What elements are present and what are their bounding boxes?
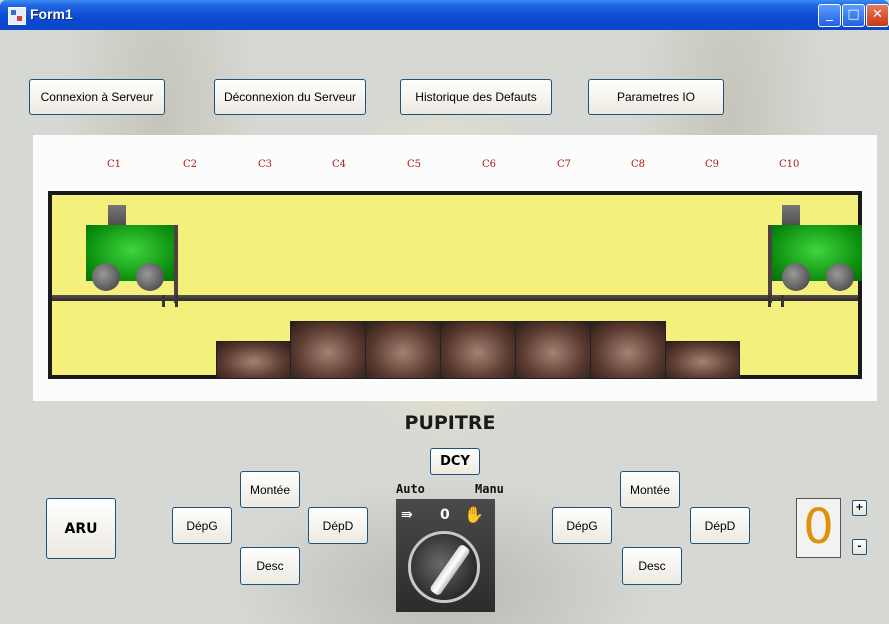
wagon-wheel: [826, 263, 854, 291]
close-button[interactable]: ✕: [866, 4, 889, 27]
storage-block: [590, 321, 666, 379]
emergency-stop-button[interactable]: ARU: [46, 498, 116, 559]
minimize-button[interactable]: _: [818, 4, 841, 27]
left-down-button[interactable]: Desc: [240, 547, 300, 585]
column-label: C2: [183, 159, 198, 170]
io-parameters-button[interactable]: Parametres IO: [588, 79, 724, 115]
app-icon: [8, 7, 26, 25]
wagon-post: [768, 225, 772, 303]
wagon-post: [174, 225, 178, 303]
form-client-area: Connexion à Serveur Déconnexion du Serve…: [0, 30, 889, 624]
manu-label: Manu: [475, 482, 504, 496]
left-move-left-button[interactable]: DépG: [172, 507, 232, 544]
column-label: C7: [557, 159, 572, 170]
right-move-right-button[interactable]: DépD: [690, 507, 750, 544]
increment-button[interactable]: +: [852, 500, 867, 516]
console-title: PUPITRE: [404, 412, 496, 434]
dcy-button[interactable]: DCY: [430, 448, 480, 475]
wagon-wheel: [782, 263, 810, 291]
hand-icon: ✋: [464, 505, 484, 524]
storage-block: [290, 321, 366, 379]
wagon-wheel: [136, 263, 164, 291]
column-label: C5: [407, 159, 422, 170]
maximize-button[interactable]: □: [842, 4, 865, 27]
storage-block: [216, 341, 291, 379]
auto-arrow-icon: ⇛: [401, 507, 413, 523]
column-label: C9: [705, 159, 720, 170]
selector-handle[interactable]: [429, 543, 471, 597]
column-label: C1: [107, 159, 122, 170]
right-down-button[interactable]: Desc: [622, 547, 682, 585]
main-window: Form1 _ □ ✕ Connexion à Serveur Déconnex…: [0, 0, 889, 624]
wagon-cabin: [782, 205, 800, 225]
wagon-hook: [768, 295, 784, 307]
storage-block: [365, 321, 441, 379]
wagon-hook: [162, 295, 178, 307]
storage-yard: [48, 191, 862, 379]
auto-label: Auto: [396, 482, 425, 496]
switch-zero-label: 0: [440, 507, 450, 523]
storage-block: [440, 321, 516, 379]
storage-block: [515, 321, 591, 379]
wagon-wheel: [92, 263, 120, 291]
title-bar[interactable]: Form1 _ □ ✕: [0, 0, 889, 30]
disconnect-server-button[interactable]: Déconnexion du Serveur: [214, 79, 366, 115]
selector-dial[interactable]: [408, 531, 480, 603]
right-move-left-button[interactable]: DépG: [552, 507, 612, 544]
left-up-button[interactable]: Montée: [240, 471, 300, 508]
left-move-right-button[interactable]: DépD: [308, 507, 368, 544]
decrement-button[interactable]: -: [852, 539, 867, 555]
column-label: C8: [631, 159, 646, 170]
wagon-cabin: [108, 205, 126, 225]
mode-selector-switch[interactable]: ⇛ 0 ✋: [396, 499, 495, 612]
right-up-button[interactable]: Montée: [620, 471, 680, 508]
track-panel: C1 C2 C3 C4 C5 C6 C7 C8 C9 C10: [33, 135, 877, 401]
window-title: Form1: [30, 6, 73, 22]
fault-history-button[interactable]: Historique des Defauts: [400, 79, 552, 115]
connect-server-button[interactable]: Connexion à Serveur: [29, 79, 165, 115]
counter-display: 0: [796, 498, 841, 558]
column-label: C6: [482, 159, 497, 170]
column-label: C3: [258, 159, 273, 170]
column-label: C10: [779, 159, 800, 170]
storage-block: [665, 341, 740, 379]
column-label: C4: [332, 159, 347, 170]
